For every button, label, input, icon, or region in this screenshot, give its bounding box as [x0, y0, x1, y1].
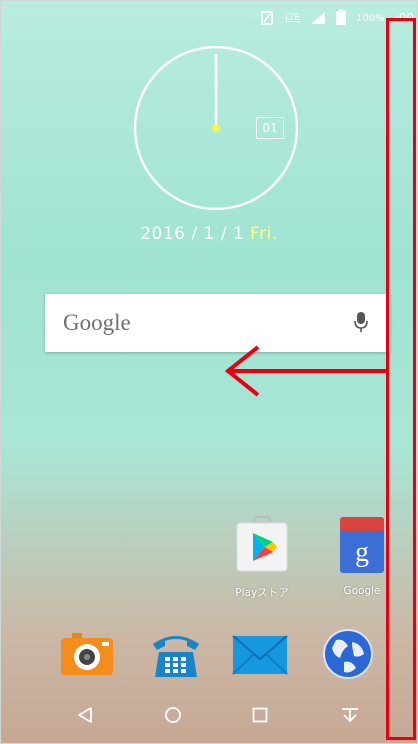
battery-icon: [336, 9, 347, 25]
svg-text:g: g: [355, 537, 369, 568]
swipe-area-highlight: [386, 18, 416, 740]
mail-icon[interactable]: [232, 635, 288, 675]
date-day: Fri.: [250, 224, 278, 244]
app-label: Playストア: [235, 587, 289, 599]
microphone-icon[interactable]: [354, 311, 368, 333]
status-bar: LTE 100% :00: [0, 0, 418, 36]
phone-icon[interactable]: [151, 630, 201, 678]
date-display: 2016 / 1 / 1 Fri.: [0, 224, 418, 244]
notification-pull-icon[interactable]: [340, 706, 360, 724]
google-logo-text: Google: [63, 310, 131, 335]
app-play-store[interactable]: Playストア: [222, 515, 302, 600]
recents-icon[interactable]: [251, 706, 269, 724]
browser-globe-icon[interactable]: [322, 628, 374, 680]
date-value: 2016 / 1 / 1: [140, 224, 245, 244]
google-search-icon: g: [340, 517, 384, 573]
camera-icon[interactable]: [60, 632, 114, 676]
home-icon[interactable]: [164, 706, 182, 724]
network-type-label: LTE: [285, 13, 301, 23]
clock-date-badge: 01: [256, 117, 284, 139]
app-google[interactable]: g Google: [322, 515, 402, 597]
battery-percent: 100%: [356, 12, 385, 24]
sim-icon: [261, 11, 273, 25]
analog-clock-widget[interactable]: 01: [132, 44, 300, 212]
app-label: Google: [343, 585, 381, 597]
play-store-icon: [236, 516, 288, 572]
navigation-bar: [0, 688, 418, 744]
back-icon[interactable]: [76, 706, 94, 724]
swipe-left-arrow-icon: [224, 345, 388, 397]
signal-icon: [311, 12, 326, 24]
